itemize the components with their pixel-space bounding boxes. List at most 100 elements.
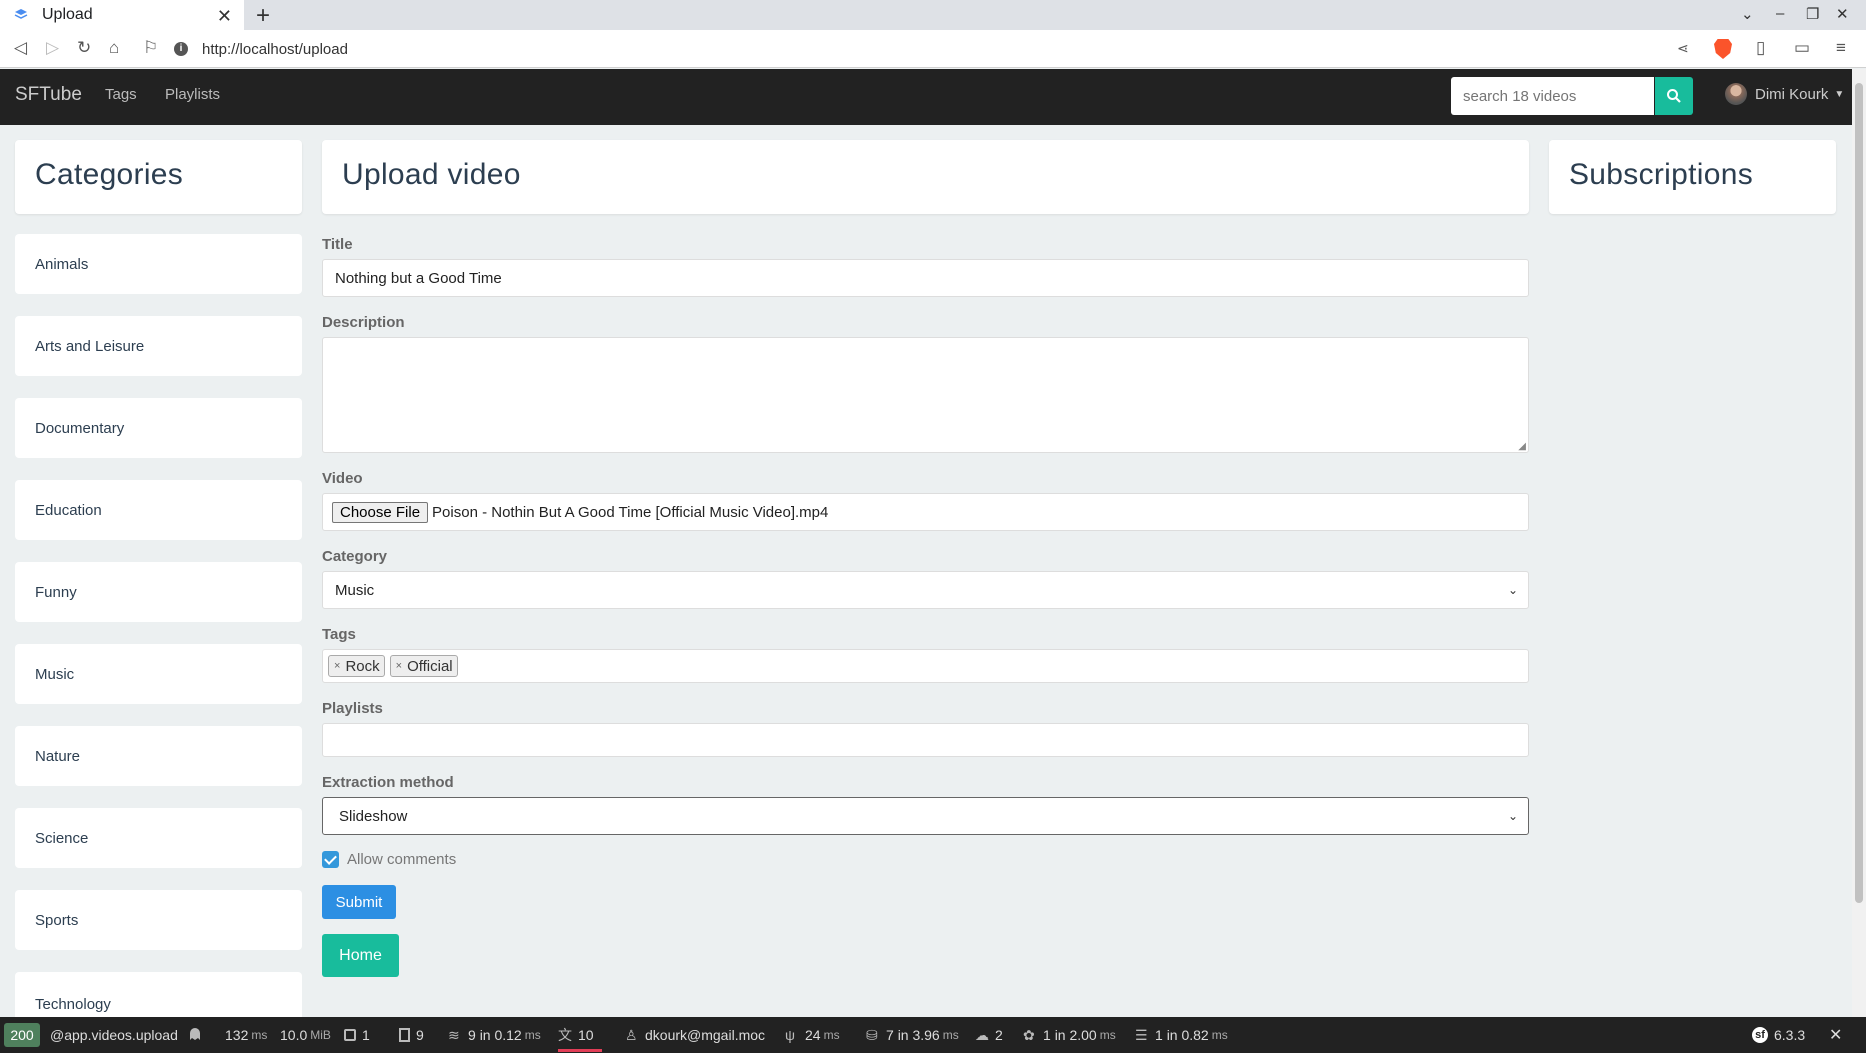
twig-time: 24	[805, 1027, 821, 1043]
status-code-badge[interactable]: 200	[4, 1023, 40, 1047]
url-field[interactable]: i http://localhost/upload	[174, 38, 1694, 60]
brand-logo[interactable]: SFTube	[15, 84, 82, 106]
search-button[interactable]	[1655, 77, 1693, 115]
memory-usage[interactable]: 10.0 MiB	[280, 1027, 331, 1043]
category-label: Category	[322, 548, 388, 565]
description-label: Description	[322, 314, 405, 331]
user-email: dkourk@mgail.moc	[645, 1027, 766, 1043]
choose-file-button[interactable]: Choose File	[332, 501, 429, 523]
twig-panel[interactable]: ψ 24 ms	[785, 1027, 840, 1043]
layers-icon: ≋	[448, 1027, 460, 1043]
allow-comments-label: Allow comments	[347, 851, 457, 868]
menu-icon[interactable]: ≡	[1836, 38, 1846, 58]
back-icon[interactable]: ◁	[14, 38, 27, 58]
ghost-icon[interactable]	[188, 1027, 208, 1041]
window-close-icon[interactable]: ✕	[1836, 5, 1849, 23]
sidebar-toggle-icon[interactable]: ▯	[1756, 38, 1765, 58]
browser-tab[interactable]: Upload ✕	[0, 0, 244, 30]
request-time-unit: ms	[251, 1028, 268, 1042]
tags-label: Tags	[322, 626, 356, 643]
extraction-method-select[interactable]: Slideshow ⌄	[322, 797, 1529, 835]
playlists-input[interactable]	[322, 723, 1529, 757]
nav-link-tags[interactable]: Tags	[105, 86, 137, 103]
description-textarea[interactable]: ◢	[322, 337, 1529, 453]
translation-panel[interactable]: 文 10	[558, 1027, 602, 1052]
database-icon: ⛁	[866, 1027, 878, 1043]
title-input[interactable]: Nothing but a Good Time	[322, 259, 1529, 297]
db-unit: ms	[942, 1028, 959, 1042]
category-label: Music	[35, 665, 75, 683]
category-label: Animals	[35, 255, 89, 273]
toolbar-close-icon[interactable]: ✕	[1829, 1025, 1842, 1045]
db-queries: 7	[886, 1027, 894, 1043]
site-info-icon[interactable]: i	[174, 42, 188, 56]
cache-time: in 0.12	[479, 1027, 522, 1043]
tag-remove-icon[interactable]: ×	[396, 660, 402, 672]
category-item-funny[interactable]: Funny	[15, 562, 302, 622]
page-title: Upload video	[342, 158, 521, 191]
browser-tab-strip: Upload ✕ + ⌄ – ❐ ✕	[0, 0, 1866, 30]
category-label: Nature	[35, 747, 81, 765]
events-time: in 2.00	[1054, 1027, 1097, 1043]
allow-comments-checkbox[interactable]	[322, 851, 339, 868]
tab-close-icon[interactable]: ✕	[217, 6, 232, 27]
symfony-version: 6.3.3	[1774, 1027, 1806, 1043]
security-panel[interactable]: ♙ dkourk@mgail.moc	[625, 1027, 765, 1043]
request-time[interactable]: 132 ms	[225, 1027, 267, 1043]
validation-panel[interactable]: 9	[399, 1027, 424, 1043]
category-item-nature[interactable]: Nature	[15, 726, 302, 786]
bookmark-icon[interactable]: ⚐	[143, 38, 158, 58]
tag-remove-icon[interactable]: ×	[334, 660, 340, 672]
events-unit: ms	[1099, 1028, 1116, 1042]
events-count: 1	[1043, 1027, 1051, 1043]
http-client-panel[interactable]: ☁ 2	[975, 1027, 1003, 1043]
symfony-version-panel[interactable]: sf 6.3.3	[1752, 1027, 1805, 1043]
category-item-documentary[interactable]: Documentary	[15, 398, 302, 458]
reload-icon[interactable]: ↻	[77, 38, 91, 58]
home-button[interactable]: Home	[322, 934, 399, 977]
database-panel[interactable]: ⛁ 7 in 3.96 ms	[866, 1027, 959, 1043]
category-item-technology[interactable]: Technology	[15, 972, 302, 1017]
symfony-logo-icon: sf	[1752, 1027, 1768, 1043]
forms-panel[interactable]: 1	[344, 1027, 370, 1043]
forward-icon[interactable]: ▷	[46, 38, 59, 58]
cache-pools-panel[interactable]: ☰ 1 in 0.82 ms	[1135, 1027, 1228, 1043]
resize-handle-icon[interactable]: ◢	[1518, 441, 1526, 452]
submit-button[interactable]: Submit	[322, 885, 396, 919]
cache-panel[interactable]: ≋ 9 in 0.12 ms	[448, 1027, 541, 1043]
category-item-sports[interactable]: Sports	[15, 890, 302, 950]
user-name: Dimi Kourk	[1755, 85, 1829, 103]
title-value: Nothing but a Good Time	[335, 269, 502, 287]
user-menu[interactable]: Dimi Kourk ▼	[1725, 83, 1844, 105]
share-icon[interactable]: ⋖	[1677, 38, 1689, 58]
wallet-icon[interactable]: ▭	[1794, 38, 1810, 58]
category-item-arts-and-leisure[interactable]: Arts and Leisure	[15, 316, 302, 376]
route-name[interactable]: @app.videos.upload	[50, 1027, 178, 1043]
tag-chip-rock: × Rock	[328, 655, 385, 677]
events-panel[interactable]: ✿ 1 in 2.00 ms	[1023, 1027, 1116, 1043]
home-icon[interactable]: ⌂	[109, 38, 119, 58]
cache-unit: ms	[524, 1028, 541, 1042]
scrollbar-thumb[interactable]	[1855, 83, 1863, 903]
nav-link-playlists[interactable]: Playlists	[165, 86, 220, 103]
forms-count: 1	[362, 1027, 370, 1043]
category-item-science[interactable]: Science	[15, 808, 302, 868]
category-label: Technology	[35, 996, 111, 1013]
search-input[interactable]	[1451, 77, 1654, 115]
maximize-icon[interactable]: ❐	[1806, 5, 1819, 23]
video-file-input[interactable]: Choose File Poison - Nothin But A Good T…	[322, 493, 1529, 531]
category-select[interactable]: Music ⌄	[322, 571, 1529, 609]
address-bar: ◁ ▷ ↻ ⌂ ⚐ i http://localhost/upload ⋖ ▯ …	[0, 30, 1866, 68]
category-item-education[interactable]: Education	[15, 480, 302, 540]
ghost-icon	[190, 1028, 200, 1040]
layers-unit: ms	[1211, 1028, 1228, 1042]
tab-list-chevron-icon[interactable]: ⌄	[1741, 5, 1754, 23]
category-selected-value: Music	[335, 581, 375, 599]
category-item-animals[interactable]: Animals	[15, 234, 302, 294]
page-scrollbar[interactable]	[1852, 69, 1866, 1017]
minimize-icon[interactable]: –	[1776, 5, 1784, 22]
new-tab-icon[interactable]: +	[256, 2, 270, 30]
tags-input[interactable]: × Rock × Official	[322, 649, 1529, 683]
category-item-music[interactable]: Music	[15, 644, 302, 704]
caret-down-icon: ▼	[1834, 88, 1845, 100]
